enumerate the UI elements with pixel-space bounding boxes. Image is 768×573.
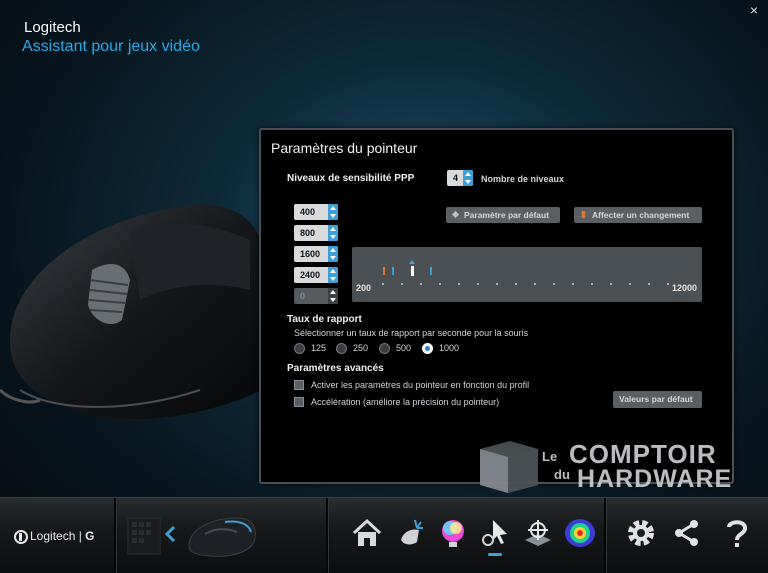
lighting-icon[interactable] xyxy=(436,516,470,550)
watermark-hardware: HARDWARE xyxy=(577,465,733,493)
slider-max-label: 12000 xyxy=(672,283,698,293)
active-tab-indicator xyxy=(488,553,502,556)
dpi-level-1[interactable]: 400 xyxy=(294,204,338,220)
default-setting-button[interactable]: Paramètre par défaut xyxy=(446,207,560,223)
slider-tick xyxy=(572,283,574,285)
brand-label: Logitech | G xyxy=(30,529,95,543)
slider-tick xyxy=(534,283,536,285)
watermark-du: du xyxy=(554,467,570,482)
levels-count-stepper[interactable]: 4 xyxy=(447,170,473,186)
home-icon[interactable] xyxy=(350,516,384,550)
close-icon[interactable]: × xyxy=(750,2,758,18)
slider-tick xyxy=(477,283,479,285)
reset-defaults-label: Valeurs par défaut xyxy=(619,394,693,404)
dpi-level-5-value: 0 xyxy=(300,291,306,301)
assign-change-label: Affecter un changement xyxy=(592,210,690,220)
brand-name: Logitech xyxy=(30,529,76,543)
slider-tick xyxy=(382,283,384,285)
slider-tick xyxy=(591,283,593,285)
report-rate-section-label: Taux de rapport xyxy=(287,314,362,325)
rate-250-radio[interactable] xyxy=(336,343,347,354)
dpi-level-5[interactable]: 0 xyxy=(294,288,338,304)
advanced-section-label: Paramètres avancés xyxy=(287,363,384,374)
dpi-level-3[interactable]: 1600 xyxy=(294,246,338,262)
dpi-level-4[interactable]: 2400 xyxy=(294,267,338,283)
cube-logo-icon xyxy=(480,441,538,493)
report-rate-description: Sélectionner un taux de rapport par seco… xyxy=(294,328,529,338)
rate-125-radio[interactable] xyxy=(294,343,305,354)
keyboard-device-icon[interactable] xyxy=(126,516,162,556)
dpi-slider[interactable]: 200 12000 xyxy=(352,247,702,302)
slider-tick xyxy=(610,283,612,285)
dpi-level-4-value: 2400 xyxy=(300,270,321,280)
slider-tick xyxy=(629,283,631,285)
dpi-level-2[interactable]: 800 xyxy=(294,225,338,241)
pointer-settings-panel: Paramètres du pointeur Niveaux de sensib… xyxy=(259,128,734,484)
slider-tick xyxy=(648,283,650,285)
watermark: Le COMPTOIR du HARDWARE xyxy=(474,437,764,497)
watermark-le: Le xyxy=(542,449,558,464)
dpi-level-2-value: 800 xyxy=(300,228,316,238)
acceleration-label: Accélération (améliore la précision du p… xyxy=(311,397,500,407)
dpi-marker-4[interactable] xyxy=(430,267,432,275)
profile-pointer-label: Activer les paramètres du pointeur en fo… xyxy=(311,380,530,390)
acceleration-checkbox[interactable] xyxy=(294,397,304,407)
slider-tick xyxy=(553,283,555,285)
rate-1000-radio[interactable] xyxy=(422,343,433,354)
help-icon[interactable] xyxy=(720,516,754,550)
slider-tick xyxy=(515,283,517,285)
pointer-settings-icon[interactable] xyxy=(479,516,513,550)
dpi-marker-1[interactable] xyxy=(392,267,394,275)
rate-250-label: 250 xyxy=(353,343,369,353)
chevron-left-icon[interactable] xyxy=(164,525,176,543)
slider-tick xyxy=(458,283,460,285)
dpi-marker-current[interactable] xyxy=(411,266,414,276)
levels-count-label: Nombre de niveaux xyxy=(481,174,565,184)
bar-divider xyxy=(114,498,117,573)
current-indicator-icon xyxy=(409,260,415,264)
rate-1000-label: 1000 xyxy=(439,343,460,353)
levels-count-value: 4 xyxy=(453,173,459,183)
slider-tick xyxy=(439,283,441,285)
pointer-assign-icon[interactable] xyxy=(395,516,429,550)
dpi-level-1-value: 400 xyxy=(300,207,316,217)
dpi-section-label: Niveaux de sensibilité PPP xyxy=(287,173,415,184)
rate-500-radio[interactable] xyxy=(379,343,390,354)
heatmap-icon[interactable] xyxy=(563,516,597,550)
assign-change-button[interactable]: Affecter un changement xyxy=(574,207,702,223)
diamond-icon xyxy=(452,211,459,218)
rate-125-label: 125 xyxy=(311,343,327,353)
bar-divider xyxy=(326,498,329,573)
profile-pointer-checkbox[interactable] xyxy=(294,380,304,390)
share-icon[interactable] xyxy=(670,516,704,550)
settings-icon[interactable] xyxy=(624,516,658,550)
shift-marker-icon xyxy=(581,211,586,218)
bar-divider xyxy=(604,498,607,573)
slider-tick xyxy=(667,283,669,285)
mouse-device-icon[interactable] xyxy=(185,514,259,560)
reset-defaults-button[interactable]: Valeurs par défaut xyxy=(613,391,702,408)
logitech-logo-icon xyxy=(14,530,28,544)
panel-title: Paramètres du pointeur xyxy=(271,140,418,156)
slider-tick xyxy=(420,283,422,285)
slider-tick xyxy=(496,283,498,285)
slider-min-label: 200 xyxy=(356,283,372,293)
bottom-nav-bar: Logitech | G xyxy=(0,497,768,573)
app-window: Logitech Assistant pour jeux vidéo × Par… xyxy=(0,0,768,573)
app-title: Logitech xyxy=(24,19,81,36)
rate-500-label: 500 xyxy=(396,343,412,353)
shift-dpi-marker[interactable] xyxy=(383,267,385,275)
surface-tuning-icon[interactable] xyxy=(521,516,555,550)
default-setting-label: Paramètre par défaut xyxy=(464,210,550,220)
app-subtitle: Assistant pour jeux vidéo xyxy=(22,38,200,55)
slider-tick xyxy=(401,283,403,285)
dpi-level-3-value: 1600 xyxy=(300,249,321,259)
